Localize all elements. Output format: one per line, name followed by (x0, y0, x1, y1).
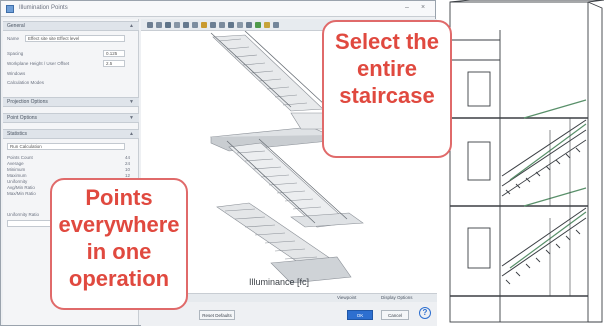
window-title: Illumination Points (19, 5, 68, 11)
toolbar-icon[interactable] (147, 22, 153, 28)
stat-label: Max/Min Ratio (7, 191, 36, 196)
minimize-button[interactable]: – (405, 4, 409, 11)
section-projection-label: Projection Options (7, 99, 48, 105)
calc-modes-option[interactable]: Calculation Modes (7, 80, 44, 85)
help-icon[interactable]: ? (419, 307, 431, 319)
stat-label: Uniformity (7, 179, 28, 184)
height-label: Workplane Height / User Offset (7, 61, 70, 66)
section-point-label: Point Options (7, 115, 38, 121)
viewpoint-dropdown[interactable]: Viewpoint (337, 295, 356, 300)
callout-line: in one (86, 239, 152, 264)
toolbar-icon[interactable] (183, 22, 189, 28)
chevron-down-icon: ▼ (129, 115, 134, 121)
stat-value: 44 (124, 155, 130, 160)
section-point-options[interactable]: Point Options ▼ (3, 113, 139, 123)
building-staircase-icon (449, 0, 604, 323)
statistics-field[interactable]: Run Calculation (7, 143, 125, 150)
app-icon (6, 5, 14, 13)
chevron-up-icon: ▲ (129, 131, 134, 137)
illuminance-label: Illuminance [fc] (249, 277, 310, 287)
stat-label: Maximum (7, 173, 27, 178)
section-general-label: General (7, 23, 25, 29)
name-label: Name (7, 36, 20, 41)
chevron-up-icon: ▲ (129, 23, 134, 29)
name-select[interactable]: Effect site site Effect level (25, 35, 125, 42)
stat-label: Avg/Min Ratio (7, 185, 35, 190)
callout-line: everywhere (58, 212, 180, 237)
stat-label: Average (7, 161, 24, 166)
section-statistics-label: Statistics (7, 131, 28, 137)
section-projection-options[interactable]: Projection Options ▼ (3, 97, 139, 107)
chevron-down-icon: ▼ (129, 99, 134, 105)
section-statistics[interactable]: Statistics ▲ (3, 129, 139, 139)
section-general[interactable]: General ▲ (3, 21, 139, 31)
callout-points-everywhere: Points everywhere in one operation (50, 178, 188, 310)
stat-value: 10 (124, 167, 130, 172)
height-input[interactable]: 2.5 (103, 60, 125, 67)
building-section-drawing (440, 0, 604, 326)
toolbar-icon[interactable] (255, 22, 261, 28)
display-options-dropdown[interactable]: Display Options (381, 295, 413, 300)
uniformity-label: Uniformity Ratio (7, 212, 40, 217)
cancel-button[interactable]: Cancel (381, 310, 409, 320)
toolbar-icon[interactable] (210, 22, 216, 28)
ok-button[interactable]: OK (347, 310, 373, 320)
reset-defaults-button[interactable]: Reset Defaults (199, 310, 235, 320)
callout-line: staircase (339, 83, 435, 108)
toolbar-icon[interactable] (201, 22, 207, 28)
toolbar-icon[interactable] (192, 22, 198, 28)
toolbar-icon[interactable] (264, 22, 270, 28)
toolbar-icon[interactable] (273, 22, 279, 28)
title-bar: Illumination Points – × (1, 1, 435, 17)
toolbar-icon[interactable] (237, 22, 243, 28)
callout-select-staircase: Select the entire staircase (322, 20, 452, 158)
close-button[interactable]: × (421, 4, 425, 11)
toolbar-icon[interactable] (174, 22, 180, 28)
toolbar-icon[interactable] (156, 22, 162, 28)
toolbar-icon[interactable] (165, 22, 171, 28)
stat-value: 24 (124, 161, 130, 166)
spacing-input[interactable]: 0.125 (103, 50, 125, 57)
callout-line: entire (357, 56, 417, 81)
spacing-label: Spacing (7, 51, 24, 56)
callout-line: Points (85, 185, 153, 210)
windows-option[interactable]: Windows (7, 71, 25, 76)
stat-label: Points Count (7, 155, 33, 160)
screenshot: Illumination Points – × General ▲ Name E… (0, 0, 604, 326)
toolbar-icon[interactable] (228, 22, 234, 28)
dialog-footer: Reset Defaults OK Cancel (141, 302, 437, 326)
callout-line: operation (68, 266, 170, 291)
toolbar-icon[interactable] (219, 22, 225, 28)
toolbar-icon[interactable] (246, 22, 252, 28)
stat-label: Minimum (7, 167, 26, 172)
callout-line: Select the (335, 29, 439, 54)
